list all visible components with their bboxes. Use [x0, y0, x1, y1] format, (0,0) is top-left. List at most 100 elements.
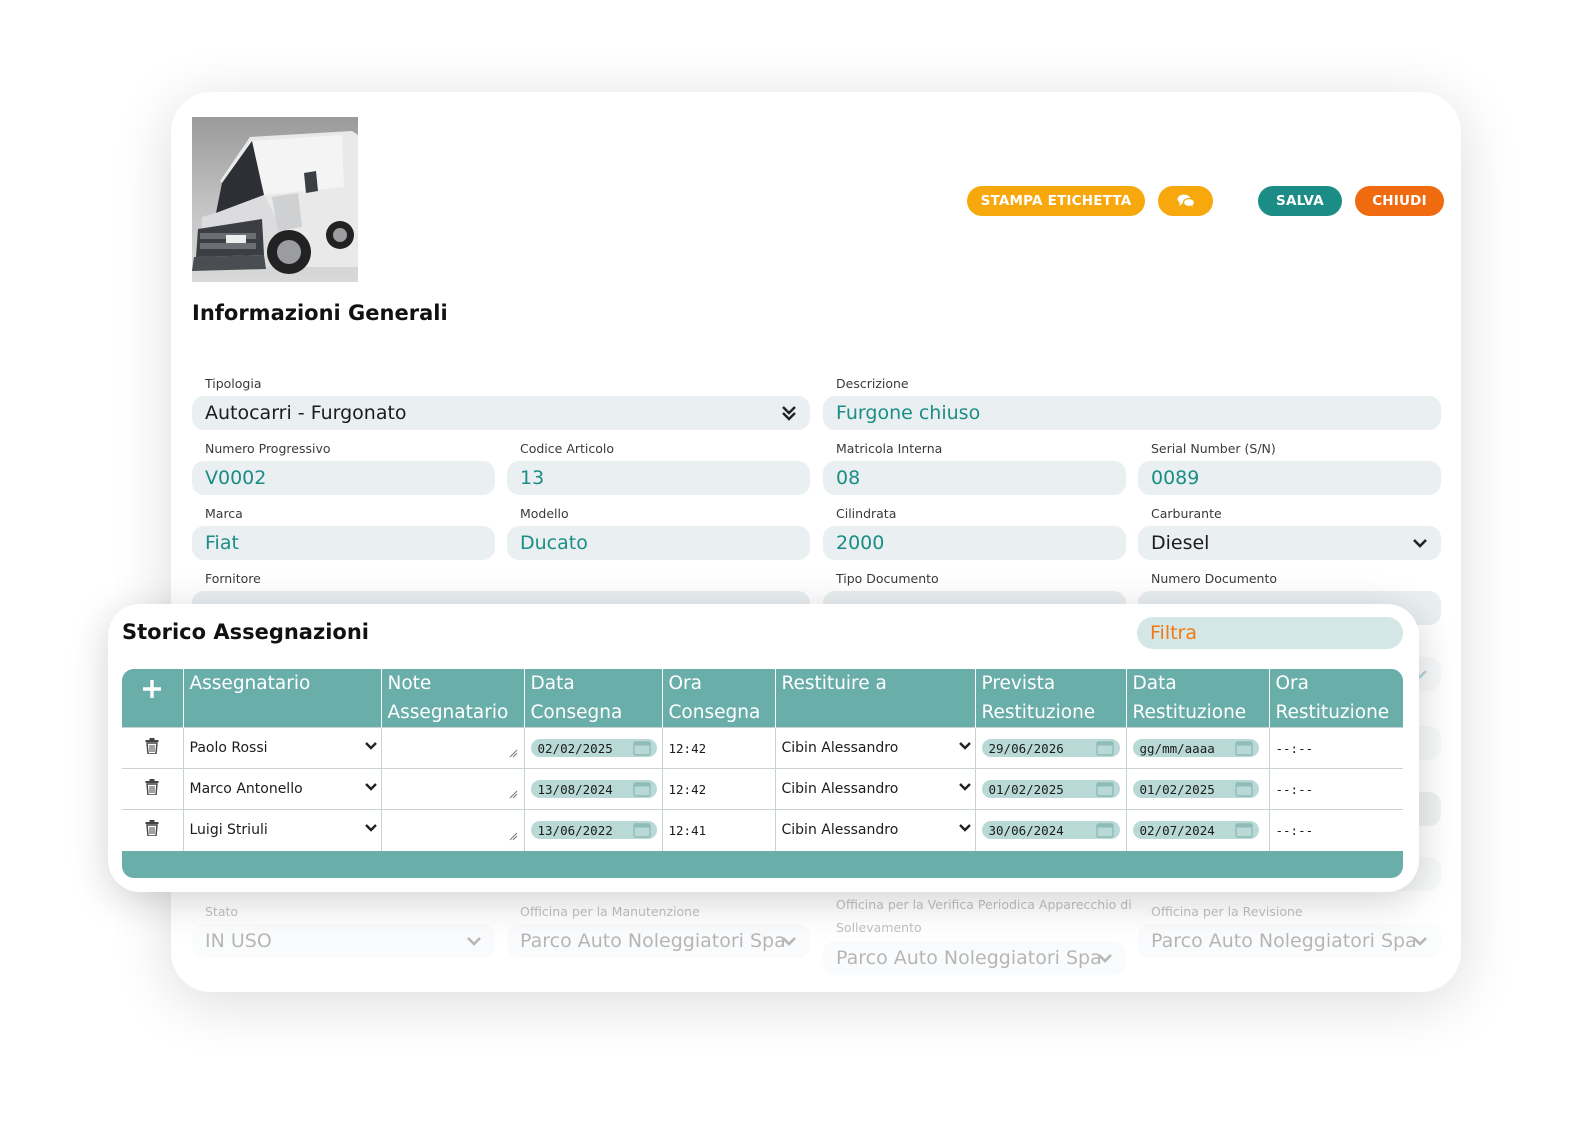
storico-title: Storico Assegnazioni — [122, 620, 369, 644]
ora-consegna-value: 12:41 — [668, 822, 707, 838]
assegnatario-select[interactable]: Marco Antonello — [182, 768, 381, 810]
numero-progressivo-field[interactable]: V0002 — [192, 461, 495, 495]
prevista-restituzione-field[interactable]: 30/06/2024 — [974, 809, 1126, 851]
officina-revisione-select[interactable]: Parco Auto Noleggiatori Spa — [1138, 924, 1441, 958]
numero-documento-label: Numero Documento — [1151, 571, 1278, 586]
col-data-restituzione: Data Restituzione — [1125, 669, 1269, 728]
tipologia-select[interactable]: Autocarri - Furgonato — [192, 396, 810, 430]
prevista-restituzione-field[interactable]: 29/06/2026 — [974, 727, 1126, 769]
calendar-icon[interactable] — [632, 822, 651, 838]
van-photo — [192, 131, 358, 274]
chat-icon — [1177, 194, 1195, 208]
ora-restituzione-field[interactable]: --:-- — [1268, 768, 1403, 810]
calendar-icon[interactable] — [1234, 781, 1253, 797]
tipo-documento-label: Tipo Documento — [836, 571, 939, 586]
data-consegna-field[interactable]: 02/02/2025 — [523, 727, 662, 769]
table-row: Marco Antonello 13/08/2024 12:42 Cibin A… — [122, 768, 1403, 810]
assegnatario-select[interactable]: Paolo Rossi — [182, 727, 381, 769]
add-row-header[interactable] — [122, 669, 183, 728]
restituire-a-select[interactable]: Cibin Alessandro — [774, 768, 975, 810]
trash-icon[interactable] — [145, 779, 159, 796]
assegnatario-select[interactable]: Luigi Striuli — [182, 809, 381, 851]
plus-icon[interactable] — [140, 677, 164, 701]
resize-handle-icon[interactable] — [509, 790, 518, 799]
carburante-select[interactable]: Diesel — [1138, 526, 1441, 560]
ora-restituzione-field[interactable]: --:-- — [1268, 727, 1403, 769]
data-restituzione-value: 01/02/2025 — [1139, 781, 1215, 797]
delete-cell[interactable] — [122, 727, 183, 769]
ora-consegna-value: 12:42 — [668, 781, 707, 797]
ora-consegna-field[interactable]: 12:42 — [661, 727, 775, 769]
serial-number-label: Serial Number (S/N) — [1151, 441, 1276, 456]
col-ora-consegna: Ora Consegna — [661, 669, 775, 728]
marca-field[interactable]: Fiat — [192, 526, 495, 560]
col-ora-restituzione: Ora Restituzione — [1268, 669, 1403, 728]
descrizione-field[interactable]: Furgone chiuso — [823, 396, 1441, 430]
calendar-icon[interactable] — [1234, 740, 1253, 756]
serial-number-field[interactable]: 0089 — [1138, 461, 1441, 495]
prevista-restituzione-field[interactable]: 01/02/2025 — [974, 768, 1126, 810]
stato-label: Stato — [205, 904, 239, 919]
tipologia-label: Tipologia — [205, 376, 262, 391]
trash-icon[interactable] — [145, 738, 159, 755]
close-button[interactable]: CHIUDI — [1355, 186, 1444, 216]
calendar-icon[interactable] — [1095, 781, 1114, 797]
ora-consegna-field[interactable]: 12:41 — [661, 809, 775, 851]
officina-verifica-select[interactable]: Parco Auto Noleggiatori Spa — [823, 941, 1126, 975]
restituire-a-value: Cibin Alessandro — [781, 781, 899, 797]
table-row: Paolo Rossi 02/02/2025 12:42 Cibin Aless… — [122, 727, 1403, 769]
note-textarea[interactable] — [380, 768, 524, 810]
tipologia-value: Autocarri - Furgonato — [205, 402, 407, 424]
restituire-a-select[interactable]: Cibin Alessandro — [774, 727, 975, 769]
ora-restituzione-value: --:-- — [1275, 781, 1314, 797]
restituire-a-value: Cibin Alessandro — [781, 740, 899, 756]
resize-handle-icon[interactable] — [509, 749, 518, 758]
modello-label: Modello — [520, 506, 569, 521]
chevron-down-icon — [1098, 954, 1112, 963]
data-restituzione-field[interactable]: 01/02/2025 — [1125, 768, 1269, 810]
delete-cell[interactable] — [122, 809, 183, 851]
ora-consegna-field[interactable]: 12:42 — [661, 768, 775, 810]
ora-consegna-value: 12:42 — [668, 740, 707, 756]
assignments-table: Assegnatario Note Assegnatario Data Conseg… — [122, 669, 1403, 878]
calendar-icon[interactable] — [632, 781, 651, 797]
print-label-button[interactable]: STAMPA ETICHETTA — [967, 186, 1145, 216]
resize-handle-icon[interactable] — [509, 832, 518, 841]
restituire-a-value: Cibin Alessandro — [781, 822, 899, 839]
delete-cell[interactable] — [122, 768, 183, 810]
data-consegna-field[interactable]: 13/08/2024 — [523, 768, 662, 810]
chat-button[interactable] — [1158, 186, 1213, 216]
calendar-icon[interactable] — [1095, 822, 1114, 838]
calendar-icon[interactable] — [1095, 740, 1114, 756]
trash-icon[interactable] — [145, 820, 159, 837]
cilindrata-field[interactable]: 2000 — [823, 526, 1126, 560]
note-textarea[interactable] — [380, 727, 524, 769]
prevista-value: 30/06/2024 — [988, 822, 1064, 838]
data-consegna-field[interactable]: 13/06/2022 — [523, 809, 662, 851]
col-assegnatario: Assegnatario — [182, 669, 381, 728]
officina-manutenzione-label: Officina per la Manutenzione — [520, 904, 700, 919]
descrizione-label: Descrizione — [836, 376, 909, 391]
data-restituzione-field[interactable]: gg/mm/aaaa — [1125, 727, 1269, 769]
modello-field[interactable]: Ducato — [507, 526, 810, 560]
vehicle-photo — [192, 117, 358, 282]
filter-input[interactable]: Filtra — [1137, 617, 1403, 649]
note-textarea[interactable] — [380, 809, 524, 851]
double-chevron-down-icon — [782, 406, 796, 421]
save-button[interactable]: SALVA — [1258, 186, 1342, 216]
restituire-a-select[interactable]: Cibin Alessandro — [774, 809, 975, 851]
stato-select[interactable]: IN USO — [192, 924, 495, 958]
codice-articolo-field[interactable]: 13 — [507, 461, 810, 495]
ora-restituzione-field[interactable]: --:-- — [1268, 809, 1403, 851]
carburante-value: Diesel — [1151, 532, 1210, 554]
officina-manutenzione-value: Parco Auto Noleggiatori Spa — [520, 930, 786, 952]
cilindrata-label: Cilindrata — [836, 506, 897, 521]
col-prevista-restituzione: Prevista Restituzione — [974, 669, 1126, 728]
stato-value: IN USO — [205, 930, 272, 952]
table-header-row: Assegnatario Note Assegnatario Data Conseg… — [122, 669, 1403, 728]
data-restituzione-field[interactable]: 02/07/2024 — [1125, 809, 1269, 851]
matricola-interna-field[interactable]: 08 — [823, 461, 1126, 495]
officina-manutenzione-select[interactable]: Parco Auto Noleggiatori Spa — [507, 924, 810, 958]
calendar-icon[interactable] — [1234, 822, 1253, 838]
calendar-icon[interactable] — [632, 740, 651, 756]
